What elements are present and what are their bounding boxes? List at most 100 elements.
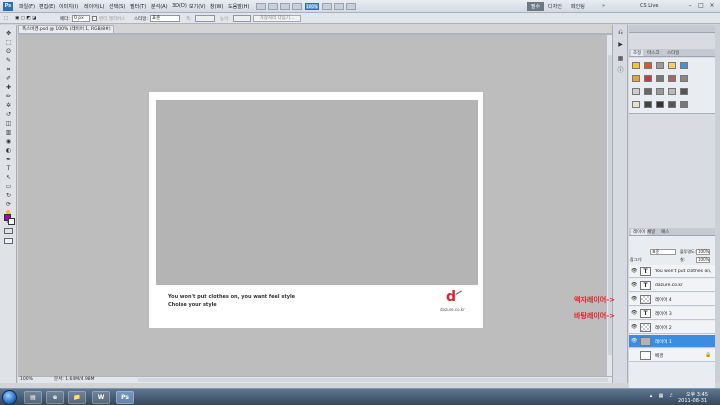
fill-input[interactable]: 100% xyxy=(696,257,710,263)
path-selection-tool[interactable]: ↖ xyxy=(4,175,13,181)
type-tool[interactable]: T xyxy=(4,166,13,172)
vibrance-icon[interactable] xyxy=(680,62,688,69)
menu-window[interactable]: 창(W) xyxy=(210,3,223,10)
swatches-icon[interactable]: ▦ xyxy=(616,55,625,63)
zoom-level-select[interactable]: 100% xyxy=(305,3,319,10)
selection-mode-icons[interactable]: ▣ ▢ ◩ ◪ xyxy=(15,16,36,21)
channel-mixer-icon[interactable] xyxy=(680,75,688,82)
clone-stamp-tool[interactable]: ✲ xyxy=(4,103,13,109)
preset-icon-4[interactable] xyxy=(668,101,676,108)
blur-tool[interactable]: ◉ xyxy=(4,139,13,145)
cs-live-button[interactable]: CS Live xyxy=(640,3,658,9)
crop-tool[interactable]: ⌗ xyxy=(4,67,13,73)
rotate-view-button[interactable] xyxy=(334,3,344,10)
close-icon[interactable]: × xyxy=(708,2,716,10)
menu-select[interactable]: 선택(S) xyxy=(109,3,125,10)
levels-icon[interactable] xyxy=(644,62,652,69)
horizontal-scrollbar[interactable] xyxy=(138,378,608,382)
visibility-eye-icon[interactable]: 👁 xyxy=(631,268,637,274)
visibility-eye-icon[interactable]: 👁 xyxy=(631,282,637,288)
preset-icon[interactable] xyxy=(632,101,640,108)
actions-icon[interactable]: ▶ xyxy=(616,41,625,49)
zoom-status[interactable]: 100% xyxy=(20,377,33,383)
maximize-icon[interactable]: □ xyxy=(697,2,705,10)
pen-tool[interactable]: ✒ xyxy=(4,157,13,163)
hand-view-button[interactable] xyxy=(322,3,332,10)
selective-color-icon[interactable] xyxy=(680,88,688,95)
menu-3d[interactable]: 3D(D) xyxy=(172,3,187,9)
canvas-area[interactable]: You won't put clothes on, you want feel … xyxy=(18,35,612,376)
refine-edge-button[interactable]: 가장자리 다듬기... xyxy=(253,15,301,22)
height-input[interactable] xyxy=(233,15,251,22)
layer-row[interactable]: 👁 레이어 4 xyxy=(629,293,715,306)
tab-adjustments[interactable]: 조정 xyxy=(631,50,644,56)
layer-row[interactable]: 👁 레이어 2 xyxy=(629,321,715,334)
visibility-eye-icon[interactable]: 👁 xyxy=(631,324,637,330)
antialias-checkbox[interactable] xyxy=(92,16,97,21)
start-button[interactable] xyxy=(2,390,17,405)
tab-paths[interactable]: 패스 xyxy=(661,229,669,235)
menu-analysis[interactable]: 분석(A) xyxy=(151,3,168,10)
hue-saturation-icon[interactable] xyxy=(632,75,640,82)
tray-up-arrow-icon[interactable]: ▴ xyxy=(648,393,654,399)
menu-edit[interactable]: 편집(E) xyxy=(39,3,55,10)
menu-filter[interactable]: 필터(T) xyxy=(130,3,146,10)
lasso-tool[interactable]: ʘ xyxy=(4,49,13,55)
visibility-eye-icon[interactable]: 👁 xyxy=(631,310,637,316)
word-icon[interactable]: W xyxy=(92,391,110,404)
marquee-tool[interactable]: ⬚ xyxy=(4,40,13,46)
tab-layers[interactable]: 레이어 xyxy=(631,229,648,235)
folder-icon[interactable]: 📁 xyxy=(68,391,86,404)
menu-view[interactable]: 보기(V) xyxy=(189,3,206,10)
menu-layer[interactable]: 레이어(L) xyxy=(84,3,105,10)
photoshop-taskbar-icon[interactable]: Ps xyxy=(116,391,134,404)
clock-time[interactable]: 오후 3:45 xyxy=(686,391,708,398)
workspace-essentials[interactable]: 필수 xyxy=(527,2,544,11)
3d-orbit-tool[interactable]: ⟳ xyxy=(4,202,13,208)
exposure-icon[interactable] xyxy=(668,62,676,69)
panel-scrollbar[interactable] xyxy=(715,25,720,383)
eyedropper-tool[interactable]: ✐ xyxy=(4,76,13,82)
color-balance-icon[interactable] xyxy=(644,75,652,82)
visibility-eye-icon[interactable] xyxy=(631,352,637,358)
explorer-taskbar-icon[interactable]: ▤ xyxy=(24,391,42,404)
preset-icon-2[interactable] xyxy=(644,101,652,108)
tray-volume-icon[interactable]: ♪ xyxy=(668,393,674,399)
menu-image[interactable]: 이미지(I) xyxy=(59,3,78,10)
shape-tool[interactable]: ▭ xyxy=(4,184,13,190)
eraser-tool[interactable]: ◫ xyxy=(4,121,13,127)
arrange-documents-button[interactable] xyxy=(346,3,356,10)
screen-mode-icon[interactable] xyxy=(4,238,13,244)
workspace-design[interactable]: 디자인 xyxy=(546,2,564,11)
menu-help[interactable]: 도움말(H) xyxy=(228,3,249,10)
marquee-tool-icon[interactable]: ⬚ xyxy=(4,16,8,21)
quick-mask-icon[interactable] xyxy=(4,228,13,234)
preset-icon-3[interactable] xyxy=(656,101,664,108)
layer-row[interactable]: 👁 T 레이어 3 xyxy=(629,307,715,320)
layer-row[interactable]: 배경 🔒 xyxy=(629,349,715,362)
menu-file[interactable]: 파일(F) xyxy=(19,3,35,10)
info-icon[interactable]: ⓘ xyxy=(616,67,625,75)
mini-bridge-button[interactable] xyxy=(268,3,278,10)
opacity-input[interactable]: 100% xyxy=(696,249,710,255)
internet-explorer-icon[interactable]: e xyxy=(46,391,64,404)
preset-icon-5[interactable] xyxy=(680,101,688,108)
dodge-tool[interactable]: ◐ xyxy=(4,148,13,154)
visibility-eye-icon[interactable]: 👁 xyxy=(631,338,637,344)
tray-network-icon[interactable]: ▦ xyxy=(658,393,664,399)
history-brush-tool[interactable]: ↺ xyxy=(4,112,13,118)
minimize-icon[interactable]: – xyxy=(686,2,694,10)
3d-rotate-tool[interactable]: ↻ xyxy=(4,193,13,199)
threshold-icon[interactable] xyxy=(656,88,664,95)
layer-row-selected[interactable]: 👁 레이어 1 xyxy=(629,335,715,348)
brightness-contrast-icon[interactable] xyxy=(632,62,640,69)
tab-channels[interactable]: 채널 xyxy=(647,229,655,235)
tab-masks[interactable]: 마스크 xyxy=(647,50,659,56)
workspace-more[interactable]: » xyxy=(600,2,607,10)
width-input[interactable] xyxy=(195,15,215,22)
document-canvas[interactable]: You won't put clothes on, you want feel … xyxy=(149,92,483,328)
style-select[interactable]: 표준 xyxy=(150,15,180,22)
gradient-map-icon[interactable] xyxy=(668,88,676,95)
background-color-swatch[interactable] xyxy=(8,218,15,225)
move-tool[interactable]: ✥ xyxy=(4,31,13,37)
